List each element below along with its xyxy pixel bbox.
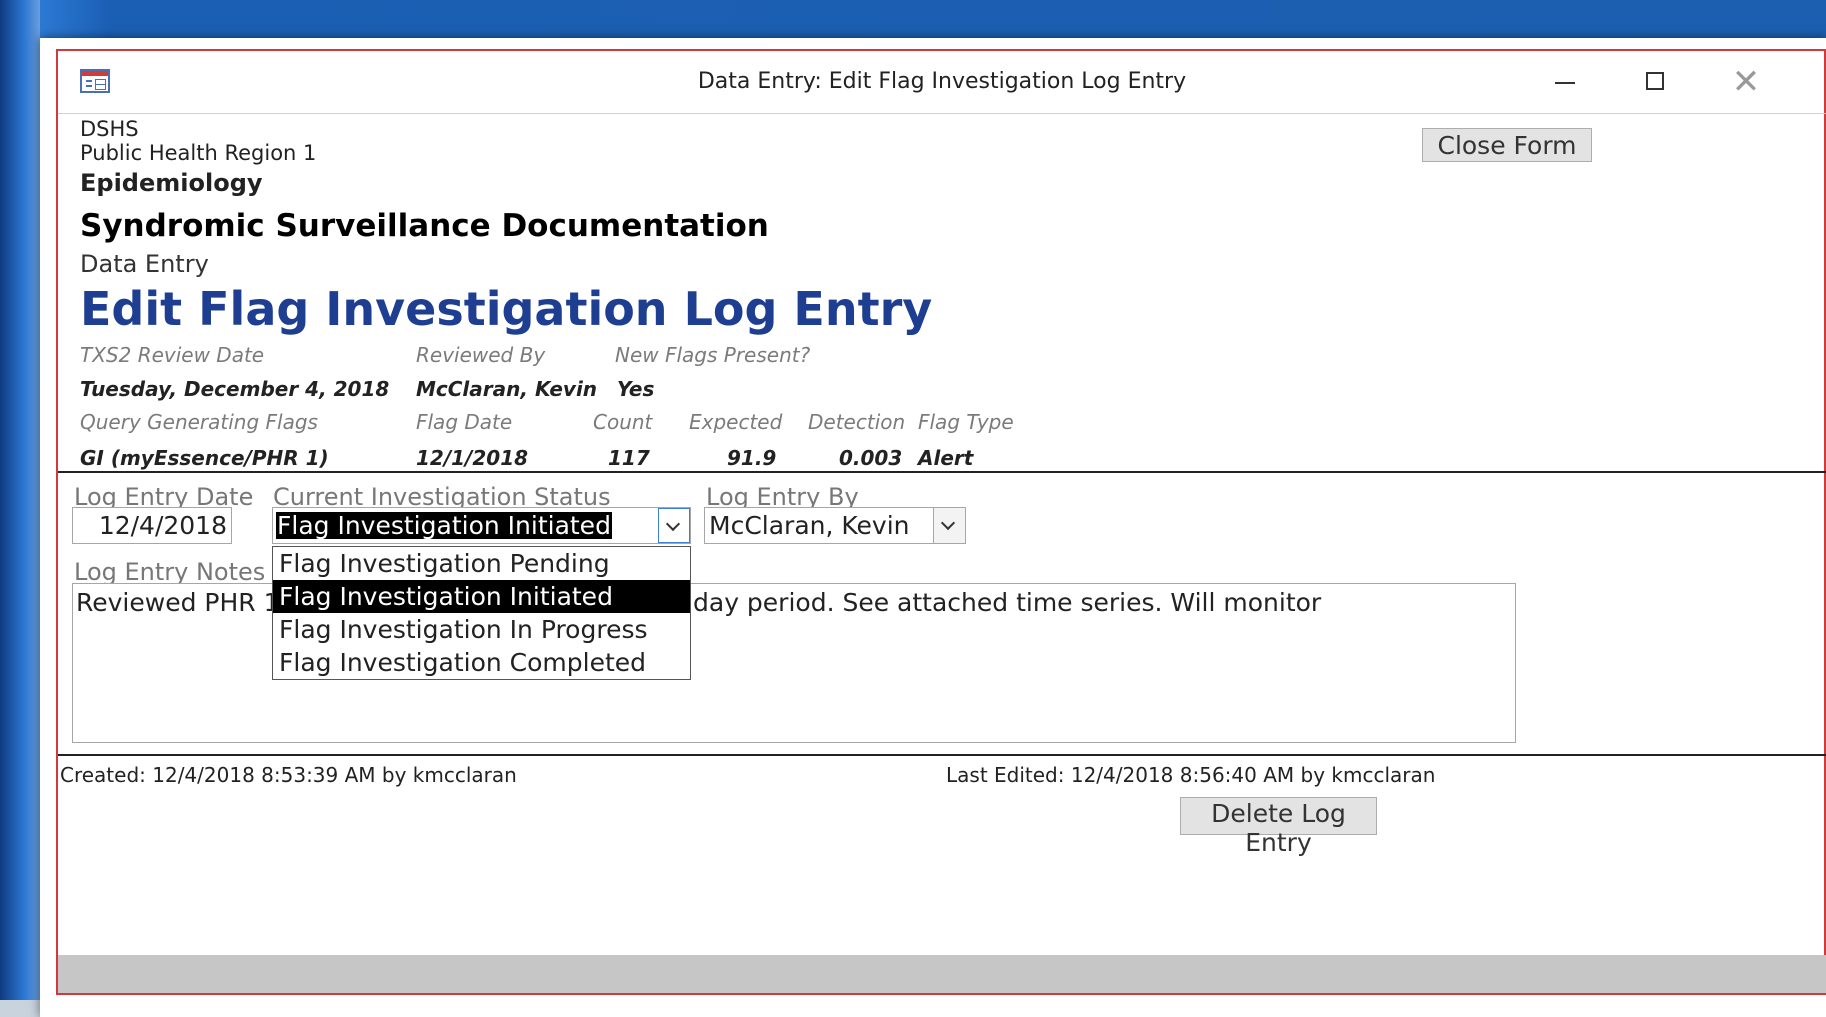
maximize-icon[interactable] [1633,63,1677,101]
flag-type-label: Flag Type [918,410,1014,434]
close-icon[interactable]: ✕ [1724,63,1768,101]
count-label: Count [593,410,653,434]
flag-date-value: 12/1/2018 [416,446,529,470]
last-edited-stamp: Last Edited: 12/4/2018 8:56:40 AM by kmc… [946,763,1436,787]
dept-label: Epidemiology [80,169,263,197]
log-entry-by-combobox[interactable]: McClaran, Kevin [704,507,966,544]
region-label: Public Health Region 1 [80,141,317,165]
page-subtitle: Data Entry [80,250,209,278]
form-titlebar: Data Entry: Edit Flag Investigation Log … [58,51,1826,114]
status-combobox-value: Flag Investigation Initiated [276,511,612,540]
log-entry-notes-label: Log Entry Notes [74,558,266,586]
detection-value: 0.003 [839,446,903,470]
minimize-icon[interactable] [1543,63,1587,101]
reviewed-by-label: Reviewed By [416,343,546,367]
notes-text-right: day period. See attached time series. Wi… [693,588,1322,617]
desktop-edge [0,0,40,1017]
status-option-completed[interactable]: Flag Investigation Completed [273,646,690,679]
form-footer-bar [58,955,1826,993]
reviewed-by-value: McClaran, Kevin [416,377,598,401]
count-value: 117 [608,446,650,470]
footer-divider [58,754,1826,756]
status-option-in-progress[interactable]: Flag Investigation In Progress [273,613,690,646]
flag-date-label: Flag Date [416,410,513,434]
new-flags-value: Yes [617,377,655,401]
org-label: DSHS [80,117,139,141]
page-title: Edit Flag Investigation Log Entry [80,282,933,336]
log-entry-date-field[interactable]: 12/4/2018 [72,507,232,544]
detection-label: Detection [808,410,906,434]
query-label: Query Generating Flags [80,410,318,434]
form-window: Data Entry: Edit Flag Investigation Log … [56,49,1826,995]
review-date-label: TXS2 Review Date [80,343,265,367]
expected-value: 91.9 [727,446,777,470]
chevron-down-icon [665,516,681,532]
review-date-value: Tuesday, December 4, 2018 [80,377,390,401]
new-flags-label: New Flags Present? [615,343,811,367]
query-value: GI (myEssence/PHR 1) [80,446,329,470]
status-option-initiated[interactable]: Flag Investigation Initiated [273,580,690,613]
status-dropdown-button[interactable] [658,508,690,543]
log-entry-by-value: McClaran, Kevin [709,511,910,540]
delete-log-entry-button[interactable]: Delete Log Entry [1180,797,1377,857]
close-form-button[interactable]: Close Form [1422,128,1592,162]
section-title: Syndromic Surveillance Documentation [80,208,769,244]
created-stamp: Created: 12/4/2018 8:53:39 AM by kmcclar… [60,763,517,787]
chevron-down-icon [940,515,956,531]
status-option-pending[interactable]: Flag Investigation Pending [273,547,690,580]
flag-type-value: Alert [918,446,974,470]
expected-label: Expected [689,410,783,434]
access-window: Data Entry: Edit Flag Investigation Log … [40,38,1826,1017]
section-divider [58,471,1826,473]
log-entry-by-dropdown-button[interactable] [933,508,965,543]
status-dropdown-list: Flag Investigation Pending Flag Investig… [272,546,691,680]
status-combobox[interactable]: Flag Investigation Initiated [272,507,691,544]
